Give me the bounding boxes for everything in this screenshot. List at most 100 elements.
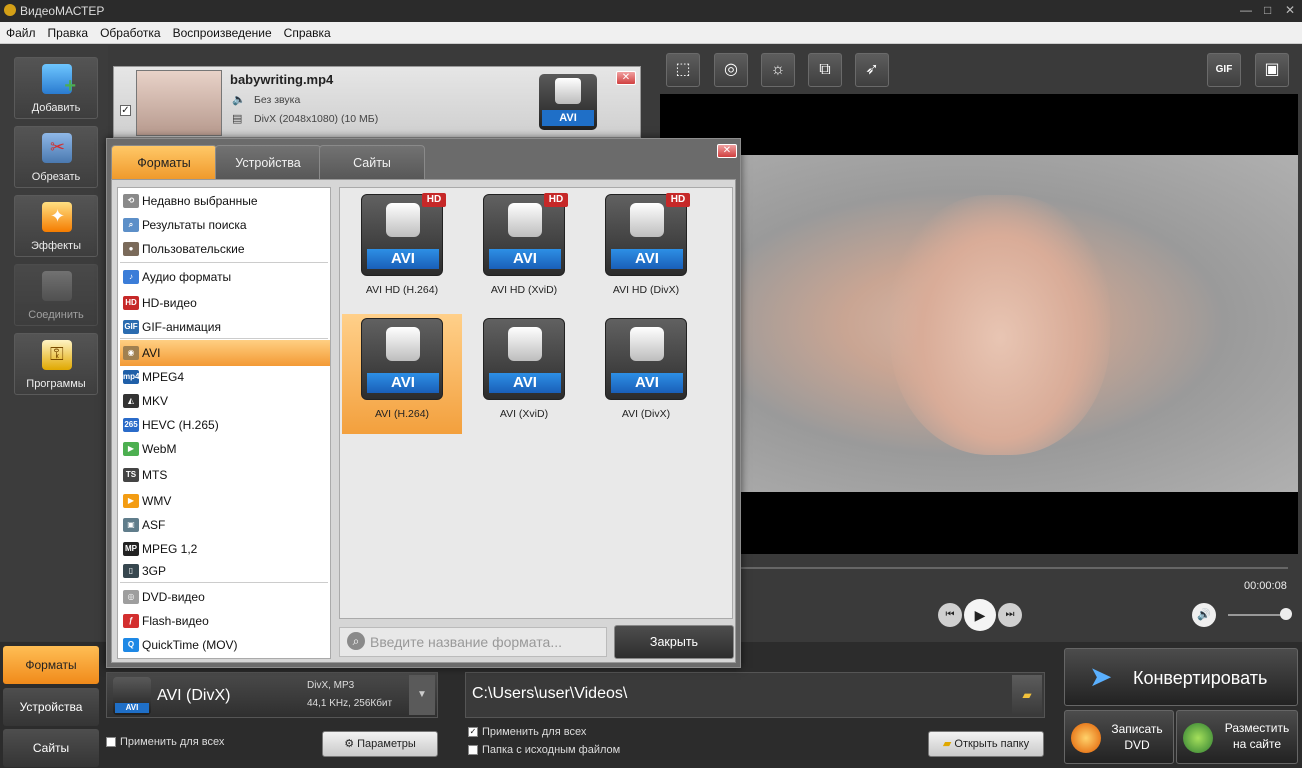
camera-icon xyxy=(555,78,581,104)
file-item[interactable]: ✓ babywriting.mp4 🔈 Без звука ▤ DivX (20… xyxy=(113,66,641,138)
gif-button[interactable]: GIF xyxy=(1207,53,1241,87)
maximize-icon[interactable]: □ xyxy=(1264,3,1271,17)
remove-file-icon[interactable]: ✕ xyxy=(616,71,636,85)
category-3gp[interactable]: ▯ 3GP xyxy=(120,560,330,582)
parameters-button[interactable]: ⚙ Параметры xyxy=(322,731,438,757)
category-wmv[interactable]: ▶ WMV xyxy=(120,490,330,512)
minimize-icon[interactable]: — xyxy=(1240,3,1252,17)
running-icon[interactable]: ➶ xyxy=(855,53,889,87)
category-dvd[interactable]: ◎ DVD-видео xyxy=(120,586,330,608)
format-tile[interactable]: AVI AVI (DivX) xyxy=(586,314,706,434)
fullscreen-icon[interactable]: ▣ xyxy=(1255,53,1289,87)
category-flash[interactable]: ƒ Flash-видео xyxy=(120,610,330,632)
speed-icon[interactable]: ⧉ xyxy=(808,53,842,87)
publish-online-button[interactable]: Разместить на сайте xyxy=(1176,710,1298,764)
webm-play-icon: ▶ xyxy=(123,442,139,456)
category-quicktime[interactable]: Q QuickTime (MOV) xyxy=(120,634,330,656)
keys-icon: ⚿ xyxy=(42,340,72,370)
format-tile[interactable]: AVI HD AVI HD (H.264) xyxy=(342,190,462,310)
volume-slider[interactable] xyxy=(1228,614,1288,616)
effects-button[interactable]: ✦ Эффекты xyxy=(14,195,98,257)
format-search-input[interactable]: Введите название формата... xyxy=(339,627,607,657)
crop-icon[interactable]: ⬚ xyxy=(666,53,700,87)
apply-all-path[interactable]: ✓ Применить для всех xyxy=(468,726,586,738)
format-grid: AVI HD AVI HD (H.264) AVI HD AVI HD (XviD)… xyxy=(339,187,733,619)
category-asf[interactable]: ▣ ASF xyxy=(120,514,330,536)
menu-file[interactable]: Файл xyxy=(0,22,42,40)
play-icon[interactable]: ▶ xyxy=(964,599,996,631)
format-tile[interactable]: AVI AVI (H.264) xyxy=(342,314,462,434)
format-tile[interactable]: AVI HD AVI HD (DivX) xyxy=(586,190,706,310)
tab-sites[interactable]: Сайты xyxy=(319,145,425,179)
menu-edit[interactable]: Правка xyxy=(42,22,95,40)
category-avi[interactable]: ◉ AVI xyxy=(120,340,330,366)
film-reel-icon: ◉ xyxy=(123,346,139,360)
open-folder-button[interactable]: ▰ Открыть папку xyxy=(928,731,1044,757)
volume-icon[interactable]: 🔊 xyxy=(1192,603,1216,627)
prev-frame-icon[interactable]: ⏮ xyxy=(938,603,962,627)
format-icon: AVI xyxy=(361,318,443,400)
programs-button[interactable]: ⚿ Программы xyxy=(14,333,98,395)
file-thumbnail xyxy=(136,70,222,136)
category-custom[interactable]: ● Пользовательские xyxy=(120,238,330,260)
category-mkv[interactable]: ◭ MKV xyxy=(120,390,330,412)
close-window-icon[interactable]: ✕ xyxy=(1285,3,1295,17)
menu-help[interactable]: Справка xyxy=(278,22,337,40)
category-webm[interactable]: ▶ WebM xyxy=(120,438,330,460)
camera-icon xyxy=(630,203,664,237)
film-icon: ▤ xyxy=(232,113,243,125)
category-search-results[interactable]: ⌕ Результаты поиска xyxy=(120,214,330,236)
separator xyxy=(120,338,328,339)
brightness-icon[interactable]: ☼ xyxy=(761,53,795,87)
volume-handle[interactable] xyxy=(1280,608,1292,620)
format-tile[interactable]: AVI AVI (XviD) xyxy=(464,314,584,434)
trim-button[interactable]: ✂ Обрезать xyxy=(14,126,98,188)
bottom-tab-sites[interactable]: Сайты xyxy=(3,729,99,767)
menu-process[interactable]: Обработка xyxy=(94,22,167,40)
convert-button[interactable]: ➤ Конвертировать xyxy=(1064,648,1298,706)
join-button[interactable]: Соединить xyxy=(14,264,98,326)
chevron-down-icon[interactable]: ▼ xyxy=(409,675,435,715)
source-folder-option[interactable]: Папка с исходным файлом xyxy=(468,744,620,756)
apply-all-path-checkbox[interactable]: ✓ xyxy=(468,727,478,738)
apply-all-format[interactable]: Применить для всех xyxy=(106,736,224,748)
category-gif[interactable]: GIF GIF-анимация xyxy=(120,316,330,338)
camera-icon xyxy=(508,327,542,361)
apply-all-format-checkbox[interactable] xyxy=(106,737,116,748)
file-checkbox[interactable]: ✓ xyxy=(120,105,131,116)
file-format-badge[interactable]: AVI xyxy=(539,74,597,130)
camera-icon xyxy=(630,327,664,361)
burn-dvd-button[interactable]: Записать DVD xyxy=(1064,710,1174,764)
category-hevc[interactable]: 265 HEVC (H.265) xyxy=(120,414,330,436)
category-mts[interactable]: TS MTS xyxy=(120,464,330,486)
format-tile[interactable]: AVI HD AVI HD (XviD) xyxy=(464,190,584,310)
tab-formats[interactable]: Форматы xyxy=(111,145,217,179)
tab-devices[interactable]: Устройства xyxy=(215,145,321,179)
output-format-selector[interactable]: AVI AVI (DivX) DivX, MP3 44,1 KHz, 256Кб… xyxy=(106,672,438,718)
category-audio[interactable]: ♪ Аудио форматы xyxy=(120,266,330,288)
bottom-tab-devices[interactable]: Устройства xyxy=(3,688,99,726)
left-toolbar: + Добавить ✂ Обрезать ✦ Эффекты Соединит… xyxy=(0,45,108,641)
rotate-icon[interactable]: ◎ xyxy=(714,53,748,87)
progress-track[interactable] xyxy=(740,567,1288,569)
add-button[interactable]: + Добавить xyxy=(14,57,98,119)
folder-icon[interactable]: ▰ xyxy=(1012,675,1042,715)
format-icon: AVI xyxy=(483,318,565,400)
next-frame-icon[interactable]: ⏭ xyxy=(998,603,1022,627)
add-video-icon: + xyxy=(42,64,76,97)
source-folder-checkbox[interactable] xyxy=(468,745,478,756)
category-hd-video[interactable]: HD HD-видео xyxy=(120,292,330,314)
category-mpeg12[interactable]: MP MPEG 1,2 xyxy=(120,538,330,560)
flash-icon: ƒ xyxy=(123,614,139,628)
dialog-close-icon[interactable]: ✕ xyxy=(717,144,737,158)
category-mpeg4[interactable]: mp4 MPEG4 xyxy=(120,366,330,388)
child-face xyxy=(890,195,1110,455)
output-path[interactable]: C:\Users\user\Videos\ xyxy=(472,685,627,703)
separator xyxy=(120,262,328,263)
menu-playback[interactable]: Воспроизведение xyxy=(167,22,278,40)
category-recent[interactable]: ⟲ Недавно выбранные xyxy=(120,190,330,212)
video-frame xyxy=(740,155,1298,492)
close-dialog-button[interactable]: Закрыть xyxy=(614,625,734,659)
bottom-tab-formats[interactable]: Форматы xyxy=(3,646,99,684)
file-audio-info: Без звука xyxy=(254,94,301,106)
